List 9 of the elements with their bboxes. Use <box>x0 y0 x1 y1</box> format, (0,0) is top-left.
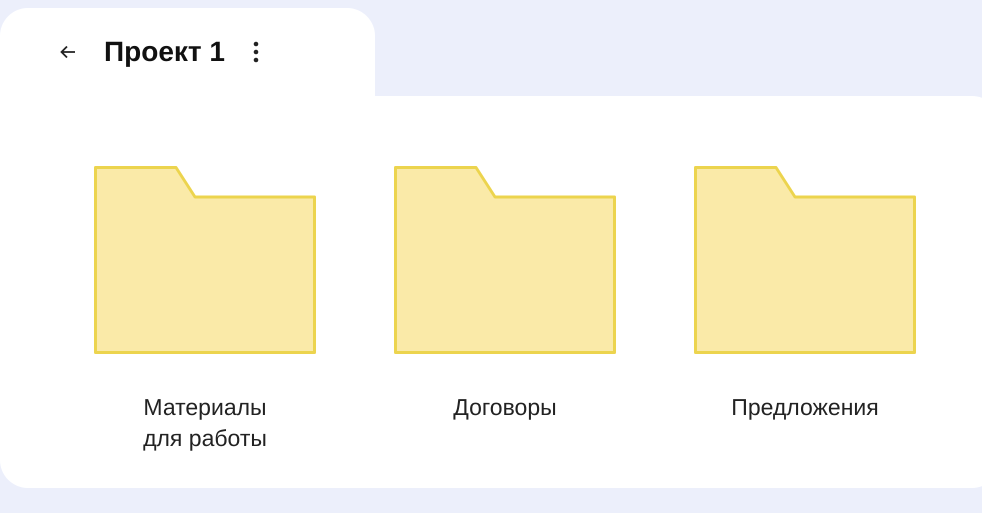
kebab-menu-icon <box>252 41 259 63</box>
folder-icon[interactable] <box>394 166 616 354</box>
back-arrow-icon <box>60 45 76 59</box>
project-title: Проект 1 <box>104 36 225 68</box>
folder-icon[interactable] <box>694 166 916 354</box>
folder-name[interactable]: Договоры <box>453 392 557 424</box>
folder-icon[interactable] <box>94 166 316 354</box>
folder-name[interactable]: Предложения <box>731 392 879 424</box>
folder-name[interactable]: Материалы для работы <box>143 392 267 454</box>
